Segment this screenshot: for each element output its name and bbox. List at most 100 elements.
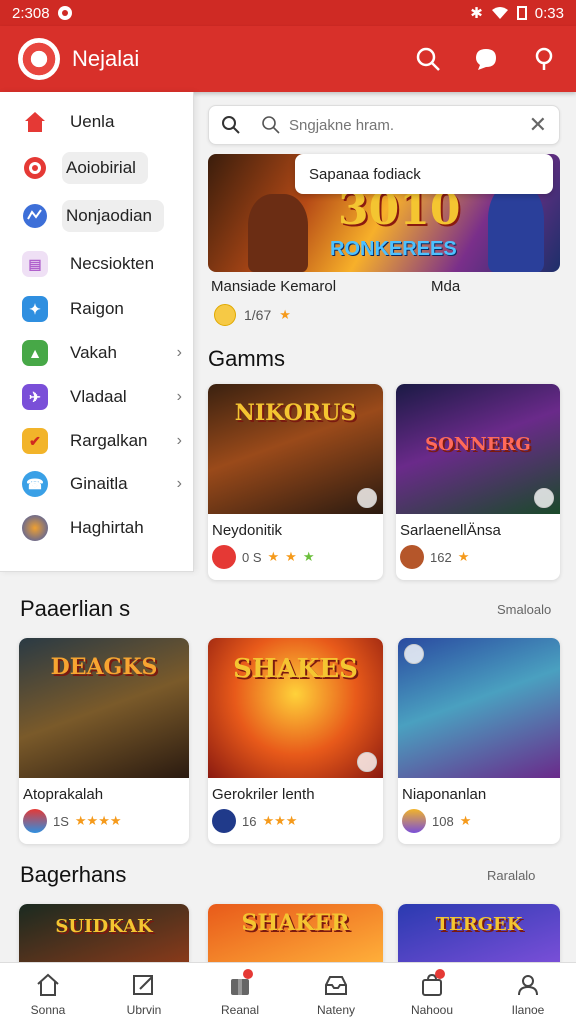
game-name: Atoprakalah: [23, 786, 104, 803]
drawer-item-raigon[interactable]: ✦ Raigon: [0, 287, 194, 331]
star-icon: ★: [285, 549, 297, 564]
edit-icon: [133, 974, 153, 995]
game-count: 162: [430, 549, 452, 565]
globe-icon: [23, 204, 47, 228]
game-card[interactable]: NIKORUS Neydonitik 0 S ★ ★ ★: [208, 384, 383, 580]
game-card[interactable]: SHAKES Gerokriler lenth 16 ★★★: [208, 638, 383, 844]
drawer-item-vladaal[interactable]: ✈ Vladaal ›: [0, 375, 194, 419]
app-logo[interactable]: [18, 38, 60, 80]
drawer-label: Vladaal: [70, 387, 127, 406]
close-icon[interactable]: ✕: [529, 112, 547, 138]
inbox-icon: [325, 975, 347, 995]
home-icon: [25, 112, 45, 132]
nav-label: Reanal: [220, 1002, 260, 1017]
drawer-item-ginaitla[interactable]: ☎ Ginaitla ›: [0, 462, 194, 506]
game-card[interactable]: SONNERG SarlaenellÄnsa 162 ★: [396, 384, 560, 580]
thumbnail-caption: TERGEK: [435, 914, 523, 935]
nav-item-gift[interactable]: Reanal: [192, 963, 288, 1024]
target-icon: [24, 157, 46, 179]
featured-title-right[interactable]: Mda: [431, 278, 460, 295]
game-thumbnail: SHAKER: [208, 904, 383, 964]
drawer-item-rargalkan[interactable]: ✔ Rargalkan ›: [0, 419, 194, 463]
hero-figure: [488, 184, 544, 272]
document-icon: ▤: [22, 251, 48, 277]
app-title: Nejalai: [72, 46, 140, 71]
nav-item-edit[interactable]: Ubrvin: [96, 963, 192, 1024]
drawer-label: Vakah: [70, 343, 117, 362]
hero-figure: [248, 194, 308, 272]
chevron-right-icon: ›: [176, 475, 182, 492]
check-icon: ✔: [22, 428, 48, 454]
developer-avatar: [212, 809, 236, 833]
notification-icon[interactable]: [530, 45, 558, 73]
avatar-icon: [22, 515, 48, 541]
search-icon[interactable]: [414, 45, 442, 73]
thumbnail-caption: SHAKES: [233, 654, 358, 684]
drawer-item-haghirtah[interactable]: Haghirtah: [0, 506, 194, 550]
nav-item-profile[interactable]: Ilanoe: [480, 963, 576, 1024]
star-icon: ★: [459, 813, 472, 828]
drawer-item-home[interactable]: Uenla: [0, 100, 194, 144]
nav-label: Nahoou: [410, 1002, 454, 1017]
nav-item-bag[interactable]: Nahoou: [384, 963, 480, 1024]
smiley-icon: [214, 304, 236, 326]
star-icon: ★: [457, 549, 470, 564]
star-icon: ★: [279, 307, 291, 322]
navigation-drawer: Uenla Aoiobirial Nonjaodian ▤ Necsiokten…: [0, 92, 194, 572]
nav-item-inbox[interactable]: Nateny: [288, 963, 384, 1024]
search-input[interactable]: [289, 116, 509, 134]
game-card[interactable]: DEAGKS Atoprakalah 1S ★★★★: [19, 638, 189, 844]
notification-dot: [243, 969, 253, 979]
drawer-item-aoiobirial[interactable]: Aoiobirial: [0, 146, 194, 190]
plane-icon: ✈: [22, 384, 48, 410]
game-count: 1S: [53, 813, 69, 829]
section-title-bottom: Bagerhans: [20, 862, 127, 887]
nav-item-home[interactable]: Sonna: [0, 963, 96, 1024]
bluetooth-icon: ✱: [470, 5, 483, 22]
section-see-all[interactable]: Smaloalo: [497, 602, 551, 617]
drawer-label: Necsiokten: [70, 254, 155, 273]
chevron-right-icon: ›: [176, 388, 182, 405]
game-card[interactable]: Niaponanlan 108 ★: [398, 638, 560, 844]
game-thumbnail: SUIDKAK: [19, 904, 189, 964]
search-icon: [262, 116, 280, 134]
person-icon: [518, 974, 538, 995]
game-name: Gerokriler lenth: [212, 786, 315, 803]
wifi-icon: [491, 7, 508, 19]
drawer-item-nonjaodian[interactable]: Nonjaodian: [0, 194, 194, 238]
chat-bubble-icon: ☎: [22, 471, 48, 497]
star-icon: ★: [302, 549, 315, 564]
game-thumbnail: [398, 638, 560, 778]
drawer-item-necsiokten[interactable]: ▤ Necsiokten: [0, 242, 194, 286]
drawer-label: Haghirtah: [70, 518, 144, 537]
drawer-label: Nonjaodian: [62, 200, 165, 232]
game-name: Neydonitik: [212, 522, 283, 539]
bottom-navigation: Sonna Ubrvin Reanal Nateny Nahoou Ilanoe: [0, 962, 576, 1024]
nav-label: Ilanoe: [511, 1002, 545, 1017]
drawer-label: Aoiobirial: [62, 152, 148, 184]
star-icon: ★: [267, 549, 280, 564]
home-icon: [37, 973, 59, 996]
map-icon: ▲: [22, 340, 48, 366]
game-thumbnail: SONNERG: [396, 384, 560, 514]
thumbnail-caption: DEAGKS: [50, 654, 158, 680]
app-bar: Nejalai: [0, 26, 576, 92]
developer-avatar: [402, 809, 426, 833]
game-card[interactable]: SUIDKAK: [19, 904, 189, 964]
search-bar[interactable]: ✕: [208, 105, 560, 145]
game-card[interactable]: SHAKER: [208, 904, 383, 964]
game-name: Niaponanlan: [402, 786, 487, 803]
game-count: 0 S: [242, 549, 262, 565]
drawer-item-vakah[interactable]: ▲ Vakah ›: [0, 331, 194, 375]
tooltip-popup[interactable]: Sapanaa fodiack: [295, 154, 553, 194]
game-card[interactable]: TERGEK: [398, 904, 560, 964]
chevron-right-icon: ›: [176, 344, 182, 361]
featured-title[interactable]: Mansiade Kemarol: [211, 278, 336, 295]
chat-icon[interactable]: [472, 45, 500, 73]
search-icon: [222, 116, 240, 134]
battery-icon: [516, 6, 527, 20]
drawer-label: Uenla: [70, 112, 115, 131]
section-see-all[interactable]: Raralalo: [487, 868, 535, 883]
developer-avatar: [400, 545, 424, 569]
chevron-right-icon: ›: [176, 432, 182, 449]
